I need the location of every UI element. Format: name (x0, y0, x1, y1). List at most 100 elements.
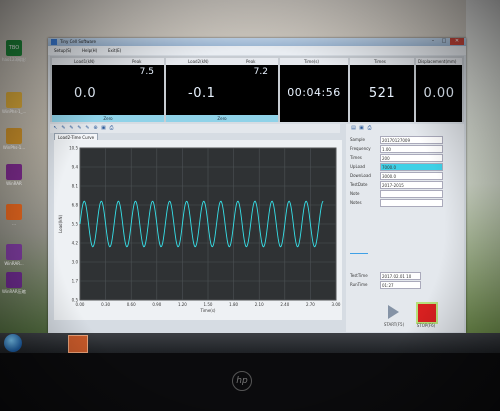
menu-help[interactable]: Help(H) (82, 46, 97, 55)
y-tick-label: 3.0 (72, 260, 79, 265)
meter-value: 00:04:56 (287, 86, 341, 99)
menu-setup[interactable]: Setup(S) (54, 46, 71, 55)
form-field[interactable]: 7000.0 (380, 163, 443, 171)
winrar-file-icon[interactable]: WinPhs-1_... (2, 92, 26, 114)
app-orange-icon[interactable]: ... (2, 204, 26, 226)
desktop-icon-label: WinRAR... (4, 261, 24, 266)
form-row: Sample 20170127009 (350, 136, 462, 144)
form-row: DownLoad 3000.0 (350, 172, 462, 180)
form-row: Frequency 1.00 (350, 145, 462, 153)
x-tick-label: 3.00 (332, 302, 341, 307)
x-tick-label: 2.40 (280, 302, 289, 307)
form-field[interactable]: 2017-2015 (380, 181, 443, 189)
meter-panel: Load1(kN) Peak 7.5 0.0 Zero Load2(kN) Pe… (50, 56, 464, 122)
form-label: UpLoad (350, 164, 366, 169)
print-icon[interactable]: ⎙ (108, 125, 115, 132)
pen-icon-3[interactable]: ✎ (76, 125, 83, 132)
x-tick-label: 0.30 (101, 302, 110, 307)
info-label: TestTime (350, 273, 368, 278)
winrar-archive-icon-2[interactable]: WinRAR压缩文件 (2, 272, 26, 295)
zoom-icon[interactable]: ⊕ (92, 125, 99, 132)
save-icon[interactable]: ▣ (358, 125, 365, 132)
desktop-icon-glyph (6, 272, 22, 288)
desktop-icon-label: WinRAR (6, 181, 22, 186)
meter-value: 0.00 (423, 86, 455, 101)
winrar-archive-icon[interactable]: WinRAR... (2, 244, 26, 266)
form-row: Notes (350, 199, 462, 207)
open-icon[interactable]: ▤ (350, 125, 357, 132)
taskbar (0, 333, 500, 353)
meter-header: Times (350, 58, 414, 65)
menu-bar: Setup(S) Help(H) Exit(E) (48, 46, 466, 55)
info-row: RunTime 01:27 (350, 281, 462, 289)
menu-exit[interactable]: Exit(E) (108, 46, 121, 55)
y-tick-label: 1.7 (72, 279, 79, 284)
taskbar-app-icon[interactable] (68, 335, 88, 353)
x-tick-label: 0.00 (76, 302, 85, 307)
meter-header: Time(s) (280, 58, 348, 65)
meter-time: Time(s) 00:04:56 (280, 58, 348, 122)
info-value: 01:27 (380, 281, 421, 289)
form-field[interactable] (380, 199, 443, 207)
desktop-edge (466, 0, 500, 333)
x-tick-label: 1.80 (229, 302, 238, 307)
x-tick-label: 2.70 (306, 302, 315, 307)
pointer-icon[interactable]: ↖ (52, 125, 59, 132)
meter-header: Load2(kN) Peak (166, 58, 278, 65)
start-button[interactable]: START(F5) (380, 302, 408, 327)
x-tick-label: 1.20 (178, 302, 187, 307)
form-field[interactable] (380, 190, 443, 198)
meter-peak: 7.5 (139, 67, 154, 77)
x-tick-label: 2.10 (255, 302, 264, 307)
minimize-button[interactable]: – (428, 38, 438, 45)
info-label: RunTime (350, 282, 368, 287)
title-bar[interactable]: Tiny Cell Software – □ ✕ (48, 38, 466, 46)
app-icon (51, 39, 57, 45)
desktop-icon-label: WinRAR压缩文件 (2, 289, 26, 294)
pen-icon-2[interactable]: ✎ (68, 125, 75, 132)
stop-button[interactable]: STOP(F6) (412, 300, 440, 328)
y-axis-label: Load(kN) (58, 215, 63, 233)
desktop-icon-glyph (6, 128, 22, 144)
winrar-icon[interactable]: WinRAR (2, 164, 26, 186)
y-tick-label: 5.5 (72, 222, 79, 227)
play-icon (388, 305, 399, 319)
form-row: Times 200 (350, 154, 462, 162)
form-label: Times (350, 155, 362, 160)
maximize-button[interactable]: □ (439, 38, 449, 45)
y-tick-label: 4.2 (72, 241, 79, 246)
desktop-icon-label: WinPhs-1_... (2, 109, 26, 114)
y-tick-label: 8.1 (72, 184, 79, 189)
winrar-file-icon-2[interactable]: WinPhs-1... (2, 128, 26, 150)
save-icon[interactable]: ▣ (100, 125, 107, 132)
close-button[interactable]: ✕ (450, 38, 464, 45)
y-tick-label: 10.5 (69, 146, 78, 151)
desktop-icon-label: WinPhs-1... (2, 145, 26, 150)
load-time-chart: 0.00 0.30 0.60 0.90 1.20 1.50 1.80 2.10 2.40 2.70… (58, 146, 341, 314)
zero-button[interactable]: Zero (166, 115, 278, 122)
form-label: TestDate (350, 182, 368, 187)
pen-icon[interactable]: ✎ (60, 125, 67, 132)
print-icon[interactable]: ⎙ (366, 125, 373, 132)
windows-start-icon[interactable] (4, 334, 22, 352)
form-label: Notes (350, 200, 362, 205)
form-field[interactable]: 20170127009 (380, 136, 443, 144)
desktop-icon-glyph (6, 164, 22, 180)
hao123-icon[interactable]: TBOhao123网址导航 (2, 40, 26, 63)
form-field[interactable]: 200 (380, 154, 443, 162)
hp-logo-icon: hp (232, 371, 252, 391)
stop-icon (416, 302, 438, 324)
meter-times: Times 521 (350, 58, 414, 122)
form-field[interactable]: 1.00 (380, 145, 443, 153)
info-row: TestTime 2017.02.01 10 (350, 272, 462, 280)
form-field[interactable]: 3000.0 (380, 172, 443, 180)
pen-icon-4[interactable]: ✎ (84, 125, 91, 132)
zero-button[interactable]: Zero (52, 115, 164, 122)
meter-header: Displacement(mm) (416, 58, 462, 65)
parameter-panel: ▤ ▣ ⎙ Sample 20170127009 Frequency 1.00 Time… (346, 124, 464, 332)
chart-toolbar: ↖ ✎ ✎ ✎ ✎ ⊕ ▣ ⎙ (50, 124, 340, 133)
y-tick-label: 9.4 (72, 165, 79, 170)
meter-value: -0.1 (188, 86, 216, 101)
x-tick-label: 1.50 (204, 302, 213, 307)
meter-load2: Load2(kN) Peak 7.2 -0.1 Zero (166, 58, 278, 122)
